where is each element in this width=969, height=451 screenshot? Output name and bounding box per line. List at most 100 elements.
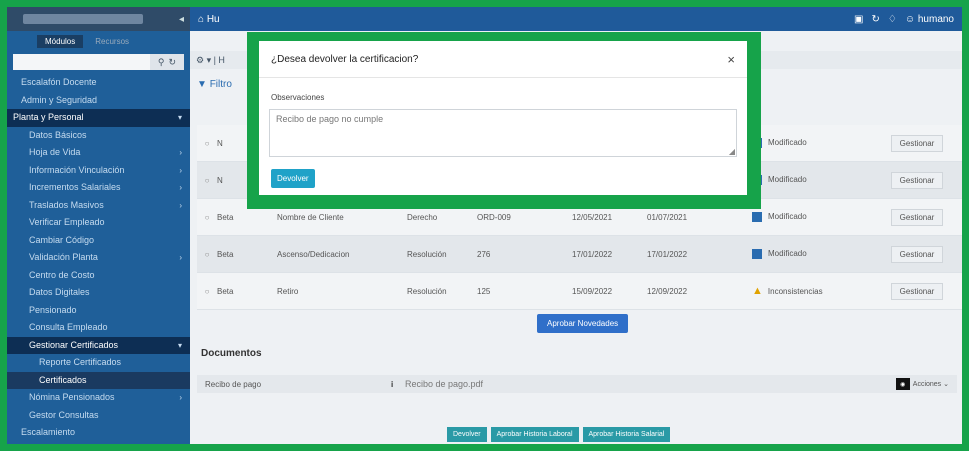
sidebar-search-input[interactable] <box>13 54 150 70</box>
cell-date-end: 17/01/2022 <box>647 249 688 259</box>
cell-action: Gestionar <box>872 208 962 226</box>
refresh-icon[interactable]: ↻ <box>169 57 177 68</box>
sidebar-item-label: Certificados <box>39 374 87 385</box>
filter-button[interactable]: ▼ Filtro <box>197 79 232 90</box>
row-checkbox[interactable]: ○ <box>197 176 217 185</box>
sidebar-logo <box>23 14 143 24</box>
sidebar-item[interactable]: Reporte Certificados <box>7 354 190 372</box>
manage-button[interactable]: Gestionar <box>890 208 944 226</box>
lock-icon[interactable]: ▣ <box>854 14 863 25</box>
cell-action: Gestionar <box>872 134 962 152</box>
sidebar-item-label: Escalamiento <box>21 427 76 437</box>
cell-concept: Retiro <box>277 286 299 296</box>
user-icon[interactable]: ☺ humano <box>905 14 954 25</box>
modal-return-button[interactable]: Devolver <box>271 169 315 188</box>
sidebar-collapse-icon[interactable]: ◂ <box>179 14 184 25</box>
document-actions-label: Acciones <box>912 381 942 388</box>
sidebar-tabs: Módulos Recursos <box>7 31 190 52</box>
sidebar-item[interactable]: Admin y Seguridad <box>7 92 190 110</box>
sidebar-item[interactable]: Escalafón Docente <box>7 74 190 92</box>
info-icon[interactable]: i <box>391 380 405 389</box>
chevron-right-icon: › <box>179 183 182 192</box>
sidebar-item[interactable]: Escalamiento <box>7 424 190 442</box>
cell-type: Beta <box>217 249 234 259</box>
close-icon[interactable]: × <box>727 52 735 67</box>
chevron-right-icon: › <box>179 393 182 402</box>
top-icons: ▣ ↻ ♢ ☺ humano <box>854 14 954 25</box>
sidebar-item[interactable]: Pensionado <box>7 302 190 320</box>
sidebar-item[interactable]: Gestionar Certificados ▾ <box>7 336 190 354</box>
view-icon[interactable]: ◉ <box>895 378 910 390</box>
sidebar-item[interactable]: Traslados Masivos › <box>7 197 190 215</box>
top-bar: ⌂ Hu ▣ ↻ ♢ ☺ humano <box>190 7 962 31</box>
bell-icon[interactable]: ♢ <box>888 14 897 25</box>
cell-type: Beta <box>217 286 234 296</box>
approve-salary-history-button[interactable]: Aprobar Historia Salarial <box>582 427 671 442</box>
manage-button[interactable]: Gestionar <box>890 134 944 152</box>
modal-title: ¿Desea devolver la certificacion? <box>271 53 419 65</box>
manage-button[interactable]: Gestionar <box>890 171 944 189</box>
document-actions-select[interactable]: Acciones ⌄ <box>913 380 957 388</box>
sidebar-item[interactable]: Cambiar Código <box>7 232 190 250</box>
cell-concept: Nombre de Cliente <box>277 212 344 222</box>
row-checkbox[interactable]: ○ <box>197 287 217 296</box>
sidebar-item[interactable]: Datos Digitales <box>7 284 190 302</box>
sidebar-item-label: Planta y Personal <box>13 112 84 122</box>
chevron-right-icon: › <box>179 148 182 157</box>
sidebar-item[interactable]: Certificados <box>7 371 190 389</box>
cell-action: Gestionar <box>872 282 962 300</box>
observations-textarea[interactable]: Recibo de pago no cumple ◢ <box>269 109 737 157</box>
sidebar-item-label: Nómina Pensionados <box>29 392 115 402</box>
approve-work-history-button[interactable]: Aprobar Historia Laboral <box>490 427 579 442</box>
cell-date-start: 15/09/2022 <box>572 286 613 296</box>
sidebar-menu: Escalafón Docente Admin y Seguridad Planta… <box>7 74 190 442</box>
user-name: humano <box>917 13 954 25</box>
sidebar-item-label: Incrementos Salariales <box>29 182 121 192</box>
sidebar-item[interactable]: Nómina Pensionados › <box>7 389 190 407</box>
cell-date-start: 12/05/2021 <box>572 212 613 222</box>
sidebar-item[interactable]: Datos Básicos <box>7 127 190 145</box>
documents-title: Documentos <box>201 348 262 359</box>
row-checkbox[interactable]: ○ <box>197 213 217 222</box>
row-checkbox[interactable]: ○ <box>197 250 217 259</box>
sidebar-item[interactable]: Validación Planta › <box>7 249 190 267</box>
sidebar-item[interactable]: Centro de Costo <box>7 267 190 285</box>
refresh-icon[interactable]: ↻ <box>872 14 880 25</box>
cell-status: Modificado <box>752 175 872 185</box>
manage-button[interactable]: Gestionar <box>890 245 944 263</box>
row-checkbox[interactable]: ○ <box>197 139 217 148</box>
search-icon[interactable]: ⚲ <box>158 57 165 68</box>
app-frame: ◂ Módulos Recursos ⚲ ↻ Escalafón Docente A… <box>7 7 962 444</box>
sidebar-item-label: Pensionado <box>29 304 77 315</box>
chevron-right-icon: › <box>179 165 182 175</box>
document-file-link[interactable]: Recibo de pago.pdf <box>405 379 896 389</box>
tab-modulos[interactable]: Módulos <box>37 35 84 48</box>
cell-number: 276 <box>477 249 491 259</box>
sidebar-item[interactable]: Planta y Personal ▾ <box>7 109 190 127</box>
cell-action: Gestionar <box>872 245 962 263</box>
sidebar-search-buttons: ⚲ ↻ <box>150 54 184 70</box>
cell-date-end: 12/09/2022 <box>647 286 688 296</box>
sidebar-item-label: Verificar Empleado <box>29 217 105 227</box>
cell-status: Modificado <box>752 212 872 222</box>
edit-icon <box>752 249 762 259</box>
sidebar-item-label: Gestionar Certificados <box>29 339 119 350</box>
cell-document: Resolución <box>407 286 447 296</box>
sidebar-item[interactable]: Consulta Empleado <box>7 319 190 337</box>
sidebar-search: ⚲ ↻ <box>13 54 184 70</box>
document-name: Recibo de pago <box>205 379 262 389</box>
return-button[interactable]: Devolver <box>447 427 487 442</box>
sidebar-item-label: Datos Digitales <box>29 287 90 297</box>
sidebar-item[interactable]: Incrementos Salariales › <box>7 179 190 197</box>
approve-novelties-button[interactable]: Aprobar Novedades <box>537 314 629 333</box>
brand[interactable]: ⌂ Hu <box>198 14 220 25</box>
sidebar-item[interactable]: Gestor Consultas <box>7 407 190 425</box>
resize-grip-icon[interactable]: ◢ <box>729 147 735 156</box>
modal-header: ¿Desea devolver la certificacion? × <box>259 41 747 78</box>
sidebar-item[interactable]: Información Vinculación › <box>7 162 190 180</box>
sidebar-item[interactable]: Verificar Empleado <box>7 214 190 232</box>
edit-icon <box>752 212 762 222</box>
sidebar-item[interactable]: Hoja de Vida › <box>7 144 190 162</box>
tab-recursos[interactable]: Recursos <box>87 35 137 48</box>
manage-button[interactable]: Gestionar <box>890 282 944 300</box>
